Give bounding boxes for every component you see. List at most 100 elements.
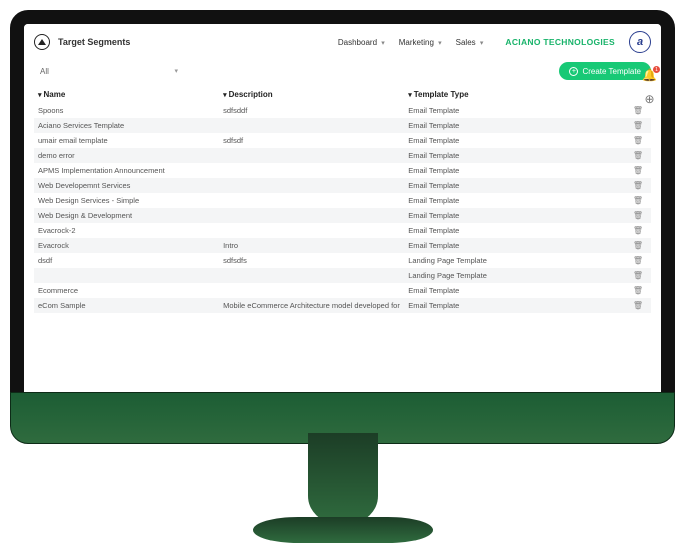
table-row[interactable]: APMS Implementation AnnouncementEmail Te… <box>34 163 651 178</box>
templates-table: ▾Name ▾Description ▾Template Type Spoons… <box>34 86 651 313</box>
cell-type: Email Template <box>404 238 601 253</box>
delete-row-button[interactable]: 🗑 <box>602 148 651 163</box>
filter-value: All <box>40 67 49 76</box>
cell-type: Email Template <box>404 178 601 193</box>
filter-icon: ▾ <box>223 92 227 99</box>
cell-type: Email Template <box>404 298 601 313</box>
cell-type: Email Template <box>404 148 601 163</box>
cell-description <box>219 178 404 193</box>
table-row[interactable]: Aciano Services TemplateEmail Template🗑 <box>34 118 651 133</box>
table-row[interactable]: Web Design & DevelopmentEmail Template🗑 <box>34 208 651 223</box>
trash-icon: 🗑 <box>633 106 643 115</box>
col-header-name-label: Name <box>44 90 66 99</box>
cell-type: Email Template <box>404 118 601 133</box>
tab-sales[interactable]: Sales ▾ <box>456 38 484 47</box>
create-template-label: Create Template <box>582 67 641 76</box>
delete-row-button[interactable]: 🗑 <box>602 283 651 298</box>
cell-type: Email Template <box>404 208 601 223</box>
table-row[interactable]: dsdfsdfsdfsLanding Page Template🗑 <box>34 253 651 268</box>
trash-icon: 🗑 <box>633 121 643 130</box>
cell-name: Web Developemnt Services <box>34 178 219 193</box>
brand-badge-letter: a <box>637 36 643 48</box>
templates-table-wrap: ▾Name ▾Description ▾Template Type Spoons… <box>34 86 651 393</box>
table-row[interactable]: EvacrockIntroEmail Template🗑 <box>34 238 651 253</box>
col-header-name[interactable]: ▾Name <box>34 86 219 103</box>
col-header-type[interactable]: ▾Template Type <box>404 86 601 103</box>
sub-bar: All ▾ + Create Template <box>34 60 651 82</box>
notification-count-badge: 1 <box>653 66 660 73</box>
table-row[interactable]: Evacrock-2 Email Template 🗑 <box>34 223 651 238</box>
table-row[interactable]: Ecommerce Email Template🗑 <box>34 283 651 298</box>
trash-icon: 🗑 <box>633 136 643 145</box>
table-row[interactable]: SpoonssdfsddfEmail Template🗑 <box>34 103 651 118</box>
col-header-description[interactable]: ▾Description <box>219 86 404 103</box>
table-row[interactable]: eCom SampleMobile eCommerce Architecture… <box>34 298 651 313</box>
chevron-down-icon: ▾ <box>438 40 442 47</box>
cell-description <box>219 163 404 178</box>
cell-type: Email Template <box>404 283 601 298</box>
trash-icon: 🗑 <box>633 211 643 220</box>
create-template-button[interactable]: + Create Template <box>559 62 651 80</box>
cell-description <box>219 283 404 298</box>
delete-row-button[interactable]: 🗑 <box>602 178 651 193</box>
plus-circle-icon: + <box>569 67 578 76</box>
delete-row-button[interactable]: 🗑 <box>602 253 651 268</box>
cell-description <box>219 148 404 163</box>
cell-name: Evacrock-2 <box>34 223 219 238</box>
delete-row-button[interactable]: 🗑 <box>602 163 651 178</box>
delete-row-button[interactable]: 🗑 <box>602 298 651 313</box>
cell-description <box>219 193 404 208</box>
app-screen: Target Segments Dashboard ▾ Marketing ▾ … <box>24 24 661 416</box>
cell-description <box>219 208 404 223</box>
delete-row-button[interactable]: 🗑 <box>602 193 651 208</box>
top-bar: Target Segments Dashboard ▾ Marketing ▾ … <box>34 30 651 54</box>
page-title: Target Segments <box>58 37 130 47</box>
cell-type: Email Template <box>404 133 601 148</box>
monitor-stand <box>293 433 393 543</box>
trash-icon: 🗑 <box>633 271 643 280</box>
cell-description: sdfsdfs <box>219 253 404 268</box>
cell-description: Mobile eCommerce Architecture model deve… <box>219 298 404 313</box>
trash-icon: 🗑 <box>633 226 643 235</box>
add-icon[interactable]: ⊕ <box>644 92 654 106</box>
tab-marketing[interactable]: Marketing ▾ <box>399 38 442 47</box>
cell-description: Intro <box>219 238 404 253</box>
cell-type: Email Template <box>404 223 601 238</box>
table-row[interactable]: Web Design Services - Simple Email Templa… <box>34 193 651 208</box>
tab-dashboard[interactable]: Dashboard ▾ <box>338 38 385 47</box>
tab-label: Marketing <box>399 38 434 47</box>
cell-name: demo error <box>34 148 219 163</box>
cell-name: Spoons <box>34 103 219 118</box>
cell-name: APMS Implementation Announcement <box>34 163 219 178</box>
delete-row-button[interactable]: 🗑 <box>602 238 651 253</box>
delete-row-button[interactable]: 🗑 <box>602 268 651 283</box>
delete-row-button[interactable]: 🗑 <box>602 208 651 223</box>
cell-name: Ecommerce <box>34 283 219 298</box>
table-row[interactable]: umair email templatesdfsdfEmail Template… <box>34 133 651 148</box>
cell-type: Email Template <box>404 193 601 208</box>
delete-row-button[interactable]: 🗑 <box>602 223 651 238</box>
filter-icon: ▾ <box>408 92 412 99</box>
cell-description <box>219 223 404 238</box>
filter-dropdown[interactable]: All ▾ <box>34 64 184 79</box>
cell-type: Landing Page Template <box>404 253 601 268</box>
trash-icon: 🗑 <box>633 151 643 160</box>
notifications-bell-icon[interactable]: 🔔1 <box>642 68 657 82</box>
chevron-down-icon: ▾ <box>381 40 385 47</box>
col-header-description-label: Description <box>229 90 273 99</box>
cell-name: eCom Sample <box>34 298 219 313</box>
table-row[interactable]: Landing Page Template🗑 <box>34 268 651 283</box>
trash-icon: 🗑 <box>633 256 643 265</box>
trash-icon: 🗑 <box>633 166 643 175</box>
table-row[interactable]: Web Developemnt Services Email Template🗑 <box>34 178 651 193</box>
tab-label: Sales <box>456 38 476 47</box>
delete-row-button[interactable]: 🗑 <box>602 118 651 133</box>
main-nav-tabs: Dashboard ▾ Marketing ▾ Sales ▾ <box>338 38 484 47</box>
side-icon-rail: 🔔1 ⊕ <box>642 68 657 106</box>
delete-row-button[interactable]: 🗑 <box>602 133 651 148</box>
cell-name: Web Design Services - Simple <box>34 193 219 208</box>
filter-icon: ▾ <box>38 92 42 99</box>
brand-name: ACIANO TECHNOLOGIES <box>505 37 615 47</box>
trash-icon: 🗑 <box>633 241 643 250</box>
table-row[interactable]: demo error Email Template 🗑 <box>34 148 651 163</box>
